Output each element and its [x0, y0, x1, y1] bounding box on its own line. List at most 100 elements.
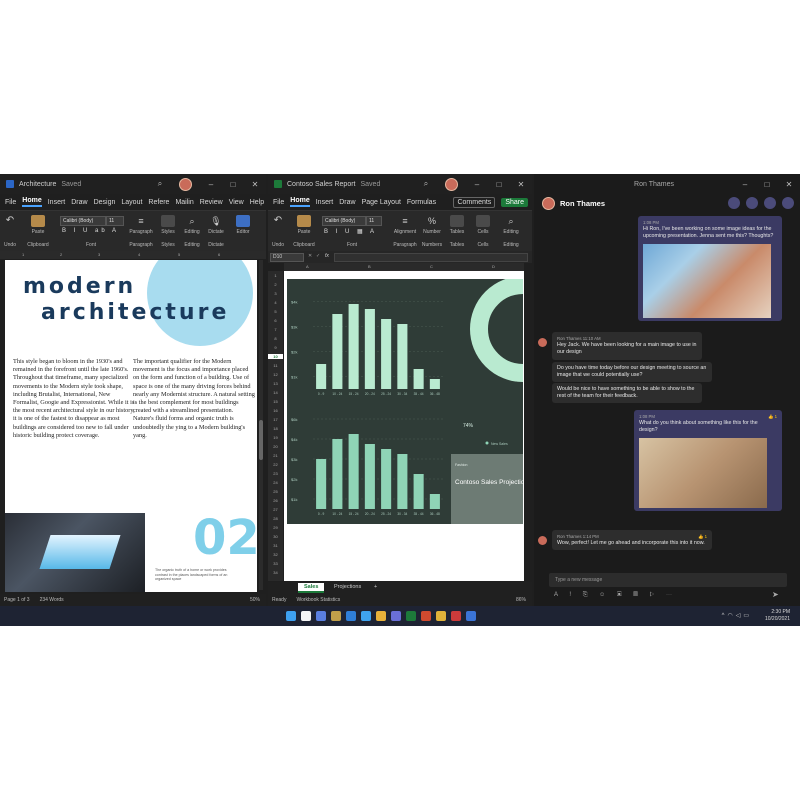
column-header[interactable]: A: [306, 264, 309, 269]
taskbar-app-icon[interactable]: [376, 611, 386, 621]
menu-references[interactable]: Refere: [148, 199, 169, 206]
search-icon[interactable]: ⌕: [415, 179, 437, 189]
taskbar-app-icon[interactable]: [466, 611, 476, 621]
building-facade-image[interactable]: [643, 243, 771, 318]
add-sheet-button[interactable]: +: [368, 583, 383, 591]
taskbar-app-icon[interactable]: [346, 611, 356, 621]
formula-input[interactable]: [334, 253, 528, 262]
undo-icon[interactable]: ↶: [271, 215, 285, 227]
maximize-icon[interactable]: □: [488, 180, 510, 189]
message-bubble[interactable]: 1:08 PM Hi Ron, I've been working on som…: [638, 216, 782, 321]
taskbar-app-icon[interactable]: [436, 611, 446, 621]
sheet-tab-projections[interactable]: Projections: [328, 583, 367, 591]
minimize-icon[interactable]: –: [200, 180, 222, 189]
row-header[interactable]: 23: [268, 471, 283, 476]
paste-icon[interactable]: [31, 215, 45, 227]
word-count[interactable]: 234 Words: [40, 597, 64, 603]
row-header[interactable]: 25: [268, 489, 283, 494]
menu-file[interactable]: File: [273, 199, 284, 206]
share-button[interactable]: Share: [501, 197, 528, 207]
battery-icon[interactable]: ▭: [743, 613, 752, 619]
add-people-icon[interactable]: [782, 197, 794, 209]
editor-group[interactable]: Editor: [230, 213, 256, 249]
architecture-model-image[interactable]: [639, 437, 767, 508]
row-header[interactable]: 3: [268, 291, 283, 296]
row-header[interactable]: 26: [268, 498, 283, 503]
styles-group[interactable]: Styles Styles: [157, 213, 179, 249]
message-bubble[interactable]: Would be nice to have something to be ab…: [552, 383, 702, 404]
alignment-group[interactable]: ≡ Alignment Paragraph: [392, 213, 418, 249]
editing-button[interactable]: Editing: [181, 229, 203, 235]
menu-draw[interactable]: Draw: [71, 199, 87, 206]
screen-share-icon[interactable]: [764, 197, 776, 209]
cells-group[interactable]: Cells Cells: [472, 213, 494, 249]
number-button[interactable]: Number: [420, 229, 444, 235]
column-header[interactable]: C: [430, 264, 433, 269]
name-box[interactable]: D10: [270, 253, 304, 262]
menu-help[interactable]: Help: [250, 199, 264, 206]
row-header[interactable]: 19: [268, 435, 283, 440]
schedule-icon[interactable]: ▷: [649, 592, 659, 598]
menu-review[interactable]: Review: [200, 199, 223, 206]
row-header[interactable]: 2: [268, 282, 283, 287]
taskbar-app-icon[interactable]: [331, 611, 341, 621]
menu-design[interactable]: Design: [94, 199, 116, 206]
enter-icon[interactable]: ✓: [316, 253, 320, 259]
priority-icon[interactable]: !: [569, 592, 576, 598]
search-icon[interactable]: ⌕: [149, 179, 171, 189]
worksheet-grid[interactable]: $4k $3k $2k $1k 0 - 9 10 - 24 15 - 24 20 - 24 25…: [284, 271, 524, 581]
row-header[interactable]: 33: [268, 561, 283, 566]
taskbar-app-icon[interactable]: [451, 611, 461, 621]
row-header[interactable]: 30: [268, 534, 283, 539]
message-compose-box[interactable]: Type a new message: [549, 573, 787, 587]
row-header[interactable]: 14: [268, 390, 283, 395]
cells-button[interactable]: Cells: [472, 229, 494, 235]
column-header[interactable]: B: [368, 264, 371, 269]
sheet-tab-sales[interactable]: Sales: [298, 583, 325, 593]
row-header[interactable]: 8: [268, 336, 283, 341]
editing-group[interactable]: ⌕ Editing Editing: [181, 213, 203, 249]
tables-button[interactable]: Tables: [446, 229, 468, 235]
maximize-icon[interactable]: □: [222, 180, 244, 189]
emoji-icon[interactable]: ☺: [599, 592, 610, 598]
menu-insert[interactable]: Insert: [48, 199, 66, 206]
row-header[interactable]: 5: [268, 309, 283, 314]
thumbs-up-reaction[interactable]: 👍 1: [698, 533, 707, 540]
row-header[interactable]: 4: [268, 300, 283, 305]
minimize-icon[interactable]: –: [734, 180, 756, 189]
editor-button[interactable]: Editor: [230, 229, 256, 235]
close-icon[interactable]: ✕: [778, 180, 800, 189]
column-header[interactable]: D: [492, 264, 495, 269]
maximize-icon[interactable]: □: [756, 180, 778, 189]
format-icon[interactable]: A: [554, 592, 563, 598]
row-header[interactable]: 13: [268, 381, 283, 386]
sticker-icon[interactable]: ▤: [633, 592, 643, 598]
menu-home[interactable]: Home: [290, 197, 310, 207]
message-bubble[interactable]: 1:08 PM 👍 1 What do you think about somet…: [634, 410, 782, 511]
user-avatar[interactable]: [445, 177, 458, 191]
row-header[interactable]: 17: [268, 417, 283, 422]
tables-group[interactable]: Tables Tables: [446, 213, 468, 249]
number-group[interactable]: % Number Numbers: [420, 213, 444, 249]
paragraph-group[interactable]: ≡ Paragraph Paragraph: [127, 213, 155, 249]
row-header[interactable]: 21: [268, 453, 283, 458]
row-header[interactable]: 27: [268, 507, 283, 512]
menu-draw[interactable]: Draw: [339, 199, 355, 206]
taskbar-app-icon[interactable]: [286, 611, 296, 621]
row-header[interactable]: 32: [268, 552, 283, 557]
word-scrollbar[interactable]: [259, 260, 263, 590]
menu-page-layout[interactable]: Page Layout: [362, 199, 401, 206]
cancel-icon[interactable]: ✕: [308, 253, 312, 259]
row-header[interactable]: 31: [268, 543, 283, 548]
row-header[interactable]: 11: [268, 363, 283, 368]
row-header[interactable]: 16: [268, 408, 283, 413]
attach-icon[interactable]: ⎘: [583, 592, 593, 598]
menu-formulas[interactable]: Formulas: [407, 199, 436, 206]
video-call-icon[interactable]: [728, 197, 740, 209]
dictate-group[interactable]: 🎙 Dictate Dictate: [205, 213, 227, 249]
message-bubble[interactable]: Ron Thames 11:10 AM Hey Jack. We have be…: [552, 332, 702, 360]
contact-name[interactable]: Ron Thames: [560, 199, 605, 208]
send-icon[interactable]: ➤: [772, 590, 779, 599]
taskbar-app-icon[interactable]: [301, 611, 311, 621]
menu-layout[interactable]: Layout: [121, 199, 142, 206]
